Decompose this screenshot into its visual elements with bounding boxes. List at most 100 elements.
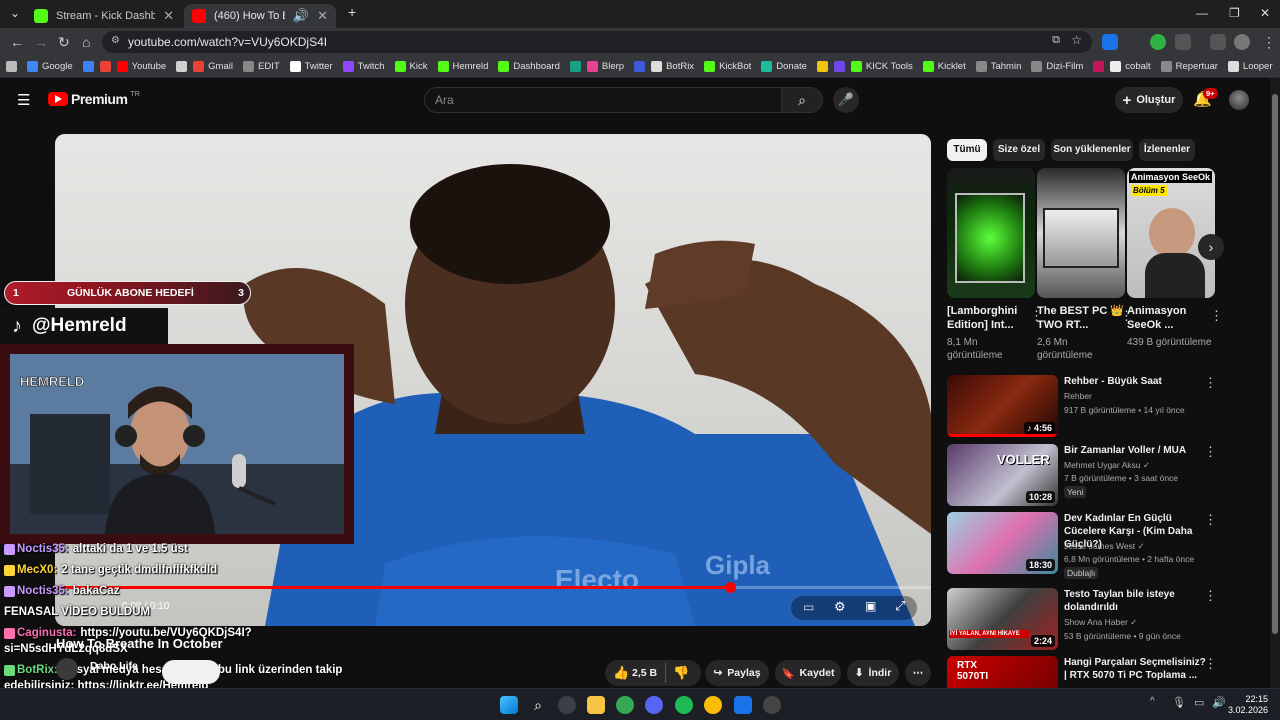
close-icon[interactable]: ✕	[163, 8, 174, 24]
search-button[interactable]: ⌕	[781, 87, 823, 113]
bookmark-item[interactable]: BotRix	[651, 61, 694, 72]
dislike-button[interactable]: 👎	[673, 665, 689, 681]
settings-gear-icon[interactable]: ⚙	[834, 599, 846, 615]
more-vert-icon[interactable]: ⋮	[1204, 375, 1217, 391]
bookmark-item[interactable]: Youtube	[116, 61, 166, 72]
chip-all[interactable]: Tümü	[947, 139, 987, 161]
channel-name[interactable]: Jesse James West ✓	[1064, 541, 1145, 552]
bookmark-item[interactable]	[99, 61, 111, 72]
bookmark-item[interactable]	[176, 61, 188, 72]
like-button[interactable]: 👍	[613, 665, 629, 681]
tab-search-icon[interactable]: ⌄	[10, 6, 20, 20]
bookmark-item[interactable]: Kick	[394, 61, 428, 72]
chrome-taskbar-icon[interactable]	[704, 696, 722, 714]
bookmark-item[interactable]: KICK Tools	[850, 61, 913, 72]
recommended-video[interactable]: VOLLER 10:28 Bir Zamanlar Voller / MUA M…	[947, 444, 1217, 508]
bookmark-item[interactable]	[569, 61, 581, 72]
start-windows-icon[interactable]	[500, 696, 518, 714]
channel-name[interactable]: Mehmet Uygar Aksu ✓	[1064, 460, 1150, 471]
bookmark-item[interactable]: Twitch	[342, 61, 385, 72]
short-item[interactable]: The BEST PC 👑 TWO RT... 2,6 Mn görüntüle…	[1037, 168, 1133, 362]
audio-icon[interactable]: 🔊	[293, 8, 309, 24]
bookmark-item[interactable]: Kicklet	[922, 61, 966, 72]
bookmark-item[interactable]: Dashboard	[498, 61, 560, 72]
search-icon[interactable]: ⌕	[529, 696, 547, 714]
video-thumbnail[interactable]: İYİ YALAN, AYNI HİKAYE 2:24	[947, 588, 1058, 650]
video-thumbnail[interactable]: 18:30	[947, 512, 1058, 574]
shorts-next-button[interactable]: ›	[1198, 234, 1224, 260]
install-icon[interactable]: ⧉	[1052, 34, 1060, 47]
back-button[interactable]: ←	[10, 34, 24, 50]
chip-recent[interactable]: Son yüklenenler	[1051, 139, 1133, 161]
bookmark-item[interactable]	[833, 61, 845, 72]
extension-icon[interactable]	[1150, 34, 1166, 50]
download-button[interactable]: ⬇ İndir	[847, 660, 899, 686]
discord-icon[interactable]	[645, 696, 663, 714]
more-vert-icon[interactable]: ⋮	[1210, 308, 1223, 324]
video-thumbnail[interactable]: VOLLER 10:28	[947, 444, 1058, 506]
short-thumbnail[interactable]	[1037, 168, 1125, 298]
maximize-button[interactable]: ❐	[1229, 6, 1240, 20]
subtitles-icon[interactable]: ▭	[803, 600, 814, 614]
bookmark-item[interactable]: EDIT	[242, 61, 280, 72]
search-input[interactable]: Ara	[424, 87, 782, 113]
apps-grid-icon[interactable]	[6, 61, 17, 72]
new-tab-button[interactable]: +	[348, 4, 356, 20]
subscribe-button[interactable]	[162, 660, 220, 684]
chip-watched[interactable]: İzlenenler	[1139, 139, 1195, 161]
video-thumbnail[interactable]: ♪ 4:56	[947, 375, 1058, 437]
chrome-taskbar-icon[interactable]	[558, 696, 576, 714]
channel-name[interactable]: Dabo Life	[90, 660, 138, 672]
tab-youtube-video[interactable]: (460) How To Breathe In Oc 🔊 ✕	[184, 4, 336, 28]
more-vert-icon[interactable]: ⋮	[1204, 656, 1217, 672]
bookmark-item[interactable]: Looper	[1227, 61, 1273, 72]
chrome-taskbar-icon[interactable]	[616, 696, 634, 714]
recommended-video[interactable]: İYİ YALAN, AYNI HİKAYE 2:24 Testo Taylan…	[947, 588, 1217, 652]
spotify-icon[interactable]	[675, 696, 693, 714]
channel-name[interactable]: Show Ana Haber ✓	[1064, 617, 1137, 628]
bookmark-item[interactable]	[816, 61, 828, 72]
theater-mode-icon[interactable]: ▣	[865, 599, 876, 613]
mic-icon[interactable]: 🎙	[1172, 696, 1186, 714]
short-thumbnail[interactable]	[947, 168, 1035, 298]
recommended-video[interactable]: 18:30 Dev Kadınlar En Güçlü Cücelere Kar…	[947, 512, 1217, 579]
obs-icon[interactable]	[763, 696, 781, 714]
profile-avatar[interactable]	[1234, 34, 1250, 50]
progress-scrubber[interactable]	[724, 582, 736, 593]
close-icon[interactable]: ✕	[317, 8, 328, 24]
bookmark-item[interactable]: Donate	[761, 61, 807, 72]
recommended-video[interactable]: RTX 5070TI Hangi Parçaları Seçmelisiniz?…	[947, 656, 1217, 688]
youtube-logo[interactable]: Premium TR	[48, 91, 140, 107]
bookmark-item[interactable]: cobalt	[1110, 61, 1151, 72]
bookmark-star-icon[interactable]: ☆	[1071, 33, 1082, 47]
hamburger-menu-icon[interactable]: ☰	[17, 91, 30, 109]
minimize-button[interactable]: —	[1196, 6, 1208, 20]
short-item[interactable]: Animasyon SeeOk Bölüm 5 Animasyon SeeOk …	[1127, 168, 1223, 349]
more-vert-icon[interactable]: ⋮	[1204, 588, 1217, 604]
extensions-puzzle-icon[interactable]	[1175, 34, 1191, 50]
share-button[interactable]: ↪ Paylaş	[705, 660, 769, 686]
bookmark-item[interactable]: Twitter	[289, 61, 333, 72]
bookmark-item[interactable]: Gmail	[193, 61, 233, 72]
system-clock[interactable]: 22:15 3.02.2026	[1228, 694, 1268, 716]
create-button[interactable]: + Oluştur	[1115, 87, 1183, 113]
save-button[interactable]: 🔖 Kaydet	[775, 660, 841, 686]
more-vert-icon[interactable]: ⋮	[1204, 444, 1217, 460]
extension-icon[interactable]	[1102, 34, 1118, 50]
bookmark-item[interactable]: Repertuar	[1160, 61, 1218, 72]
address-bar[interactable]: ⚙ youtube.com/watch?v=VUy6OKDjS4I ⧉ ☆	[102, 31, 1092, 53]
home-button[interactable]: ⌂	[82, 34, 90, 50]
video-thumbnail[interactable]: RTX 5070TI	[947, 656, 1058, 688]
reading-list-icon[interactable]	[1210, 34, 1226, 50]
recommended-video[interactable]: ♪ 4:56 Rehber - Büyük Saat Rehber 917 B …	[947, 375, 1217, 439]
menu-dots-icon[interactable]: ⋮	[1262, 34, 1276, 51]
bookmark-item[interactable]	[82, 61, 94, 72]
fullscreen-icon[interactable]: ⤢	[895, 598, 905, 614]
channel-avatar[interactable]	[56, 658, 78, 680]
bookmark-item[interactable]: Dizi-Film	[1031, 61, 1083, 72]
chip-for-you[interactable]: Size özel	[993, 139, 1045, 161]
short-item[interactable]: [Lamborghini Edition] Int... 8,1 Mn görü…	[947, 168, 1043, 362]
tray-chevron-icon[interactable]: ^	[1150, 696, 1160, 714]
network-icon[interactable]: ▭	[1194, 696, 1206, 714]
more-vert-icon[interactable]: ⋮	[1204, 512, 1217, 528]
